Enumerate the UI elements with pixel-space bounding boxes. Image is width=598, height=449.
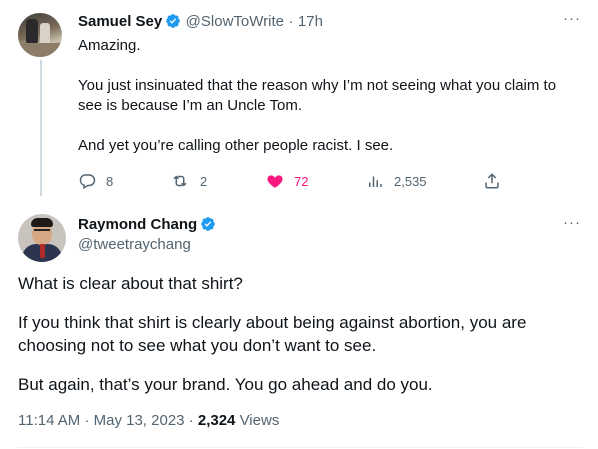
author-name[interactable]: Raymond Chang xyxy=(78,216,197,233)
tweet-paragraph: If you think that shirt is clearly about… xyxy=(18,313,527,355)
views-button[interactable]: 2,535 xyxy=(366,171,427,191)
thread-connector xyxy=(40,60,42,196)
separator-dot: · xyxy=(84,412,90,429)
verified-badge-icon xyxy=(200,216,216,237)
separator-dot: · xyxy=(188,412,194,429)
views-count: 2,535 xyxy=(394,173,427,189)
tweet-paragraph: What is clear about that shirt? xyxy=(18,274,243,293)
tweet-time[interactable]: 11:14 AM xyxy=(18,412,80,429)
reply-icon xyxy=(78,172,96,190)
retweet-button[interactable]: 2 xyxy=(170,171,207,191)
tweet-paragraph: You just insinuated that the reason why … xyxy=(78,77,557,114)
more-options-icon[interactable]: ··· xyxy=(563,214,581,231)
action-bar: 8 2 72 2,535 xyxy=(78,171,508,191)
share-icon xyxy=(483,172,501,190)
verified-badge-icon xyxy=(165,13,181,34)
avatar[interactable] xyxy=(18,13,62,57)
tweet-paragraph: And yet you’re calling other people raci… xyxy=(78,137,394,154)
share-button[interactable] xyxy=(483,171,501,191)
tweet-paragraph: Amazing. xyxy=(78,37,141,54)
tweet-text: Amazing. You just insinuated that the re… xyxy=(78,36,578,156)
views-icon xyxy=(366,172,384,190)
author-name[interactable]: Samuel Sey xyxy=(78,13,162,30)
reply-button[interactable]: 8 xyxy=(78,171,113,191)
like-button[interactable]: 72 xyxy=(266,171,308,191)
divider xyxy=(18,447,583,448)
tweet-parent[interactable]: Samuel Sey @SlowToWrite · 17h ··· Amazin… xyxy=(0,0,598,200)
separator-dot: · xyxy=(288,13,294,30)
views-label: Views xyxy=(239,412,280,429)
like-count: 72 xyxy=(294,173,309,189)
heart-icon xyxy=(266,172,284,190)
retweet-count: 2 xyxy=(200,173,208,189)
author-handle[interactable]: @tweetraychang xyxy=(78,236,191,253)
avatar[interactable] xyxy=(18,214,66,262)
retweet-icon xyxy=(170,172,190,190)
tweet-metadata: 11:14 AM · May 13, 2023 · 2,324 Views xyxy=(18,412,279,429)
reply-count: 8 xyxy=(106,173,114,189)
timestamp[interactable]: 17h xyxy=(298,13,323,30)
more-options-icon[interactable]: ··· xyxy=(563,10,581,27)
views-count: 2,324 xyxy=(197,412,236,429)
tweet-text: What is clear about that shirt? If you t… xyxy=(18,272,583,396)
tweet-paragraph: But again, that’s your brand. You go ahe… xyxy=(18,375,433,394)
author-handle[interactable]: @SlowToWrite xyxy=(186,13,284,30)
tweet-date[interactable]: May 13, 2023 xyxy=(94,412,185,429)
